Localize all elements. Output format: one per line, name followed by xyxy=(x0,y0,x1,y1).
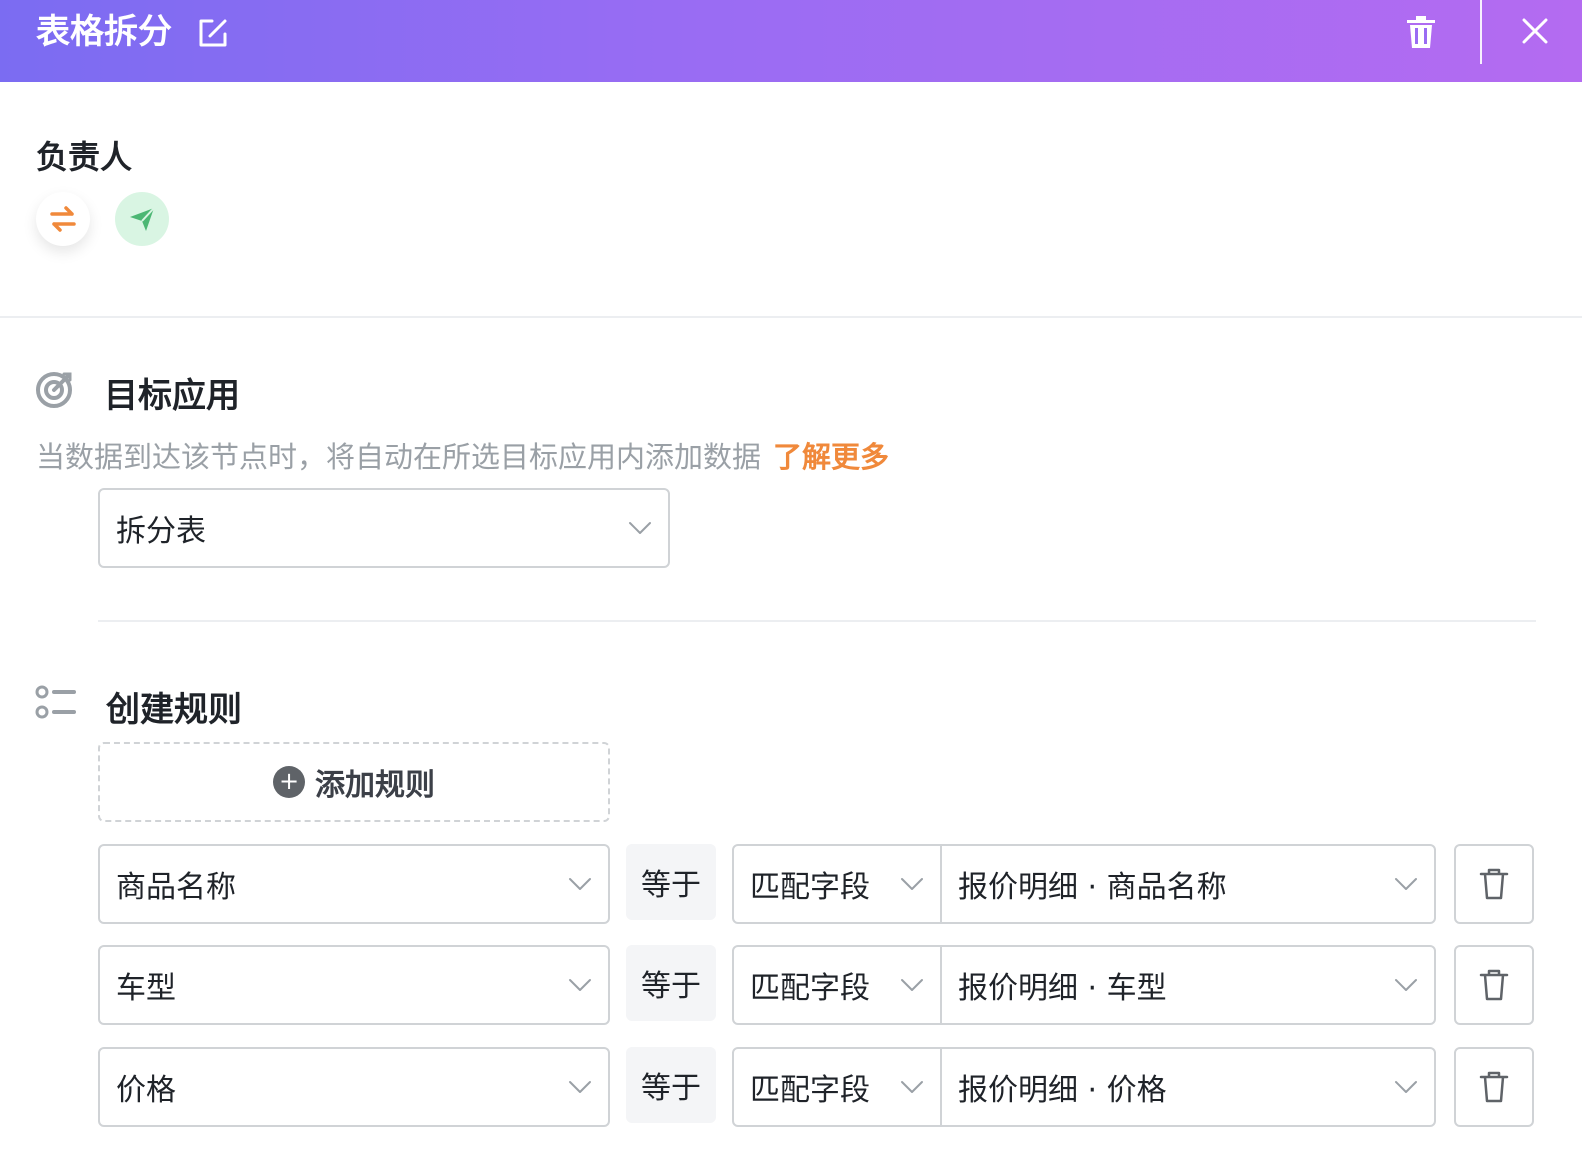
target-app-title: 目标应用 xyxy=(104,376,240,416)
inner-divider xyxy=(98,620,1536,622)
rule-value-text: 报价明细 · 车型 xyxy=(958,971,1167,1006)
trash-icon xyxy=(1479,1071,1509,1103)
rule-match-type-value: 匹配字段 xyxy=(750,971,870,1006)
chevron-down-icon xyxy=(1395,1081,1417,1093)
rule-operator: 等于 xyxy=(626,844,716,920)
trash-icon xyxy=(1479,969,1509,1001)
rules-list-icon xyxy=(35,685,76,719)
chevron-down-icon xyxy=(1395,878,1417,890)
edit-icon[interactable] xyxy=(196,16,230,50)
rule-row: 车型 等于 匹配字段 报价明细 · 车型 xyxy=(0,945,1582,1025)
header-divider xyxy=(1480,0,1482,64)
rule-field-select[interactable]: 价格 xyxy=(98,1047,610,1127)
panel-header: 表格拆分 xyxy=(0,0,1582,82)
trash-icon xyxy=(1479,868,1509,900)
add-rule-label: 添加规则 xyxy=(315,768,435,803)
delete-rule-button[interactable] xyxy=(1454,844,1534,924)
section-divider xyxy=(0,316,1582,318)
rule-field-value: 商品名称 xyxy=(116,870,236,905)
target-app-description: 当数据到达该节点时，将自动在所选目标应用内添加数据 了解更多 xyxy=(36,434,889,476)
rule-row: 价格 等于 匹配字段 报价明细 · 价格 xyxy=(0,1047,1582,1127)
rule-value-select[interactable]: 报价明细 · 价格 xyxy=(940,1047,1436,1127)
delete-rule-button[interactable] xyxy=(1454,945,1534,1025)
send-icon xyxy=(130,207,155,231)
trash-icon[interactable] xyxy=(1404,14,1438,50)
chevron-down-icon xyxy=(901,1081,923,1093)
chevron-down-icon xyxy=(569,1081,591,1093)
description-text: 当数据到达该节点时，将自动在所选目标应用内添加数据 xyxy=(36,440,762,474)
rule-field-select[interactable]: 商品名称 xyxy=(98,844,610,924)
rule-match-type-value: 匹配字段 xyxy=(750,1073,870,1108)
rule-value-text: 报价明细 · 商品名称 xyxy=(958,870,1227,905)
target-app-select[interactable]: 拆分表 xyxy=(98,488,670,568)
chevron-down-icon xyxy=(629,522,651,534)
rule-match-type-value: 匹配字段 xyxy=(750,870,870,905)
rule-field-value: 价格 xyxy=(116,1073,176,1108)
rule-row: 商品名称 等于 匹配字段 报价明细 · 商品名称 xyxy=(0,844,1582,924)
delete-rule-button[interactable] xyxy=(1454,1047,1534,1127)
chevron-down-icon xyxy=(1395,979,1417,991)
chevron-down-icon xyxy=(901,878,923,890)
chevron-down-icon xyxy=(901,979,923,991)
panel-title: 表格拆分 xyxy=(36,12,172,52)
rule-value-select[interactable]: 报价明细 · 车型 xyxy=(940,945,1436,1025)
split-table-panel: 表格拆分 负责人 目标应用 当数据到达该节点时，将自动在所选目标应用内添加数据 … xyxy=(0,0,1582,1164)
rule-value-text: 报价明细 · 价格 xyxy=(958,1073,1167,1108)
rule-operator: 等于 xyxy=(626,1047,716,1123)
owner-switch-button[interactable] xyxy=(36,192,90,246)
rule-match-type-select[interactable]: 匹配字段 xyxy=(732,844,942,924)
add-rule-button[interactable]: + 添加规则 xyxy=(98,742,610,822)
rule-match-type-select[interactable]: 匹配字段 xyxy=(732,1047,942,1127)
swap-icon xyxy=(50,206,76,232)
owner-send-button[interactable] xyxy=(115,192,169,246)
rule-match-type-select[interactable]: 匹配字段 xyxy=(732,945,942,1025)
chevron-down-icon xyxy=(569,878,591,890)
learn-more-link[interactable]: 了解更多 xyxy=(773,440,889,474)
rule-field-value: 车型 xyxy=(116,971,176,1006)
chevron-down-icon xyxy=(569,979,591,991)
rule-operator: 等于 xyxy=(626,945,716,1021)
close-icon[interactable] xyxy=(1520,16,1550,46)
target-icon xyxy=(36,372,72,408)
plus-icon: + xyxy=(273,766,305,798)
rule-field-select[interactable]: 车型 xyxy=(98,945,610,1025)
target-app-value: 拆分表 xyxy=(116,514,206,549)
rule-value-select[interactable]: 报价明细 · 商品名称 xyxy=(940,844,1436,924)
owner-label: 负责人 xyxy=(36,138,133,176)
create-rules-title: 创建规则 xyxy=(106,690,242,730)
